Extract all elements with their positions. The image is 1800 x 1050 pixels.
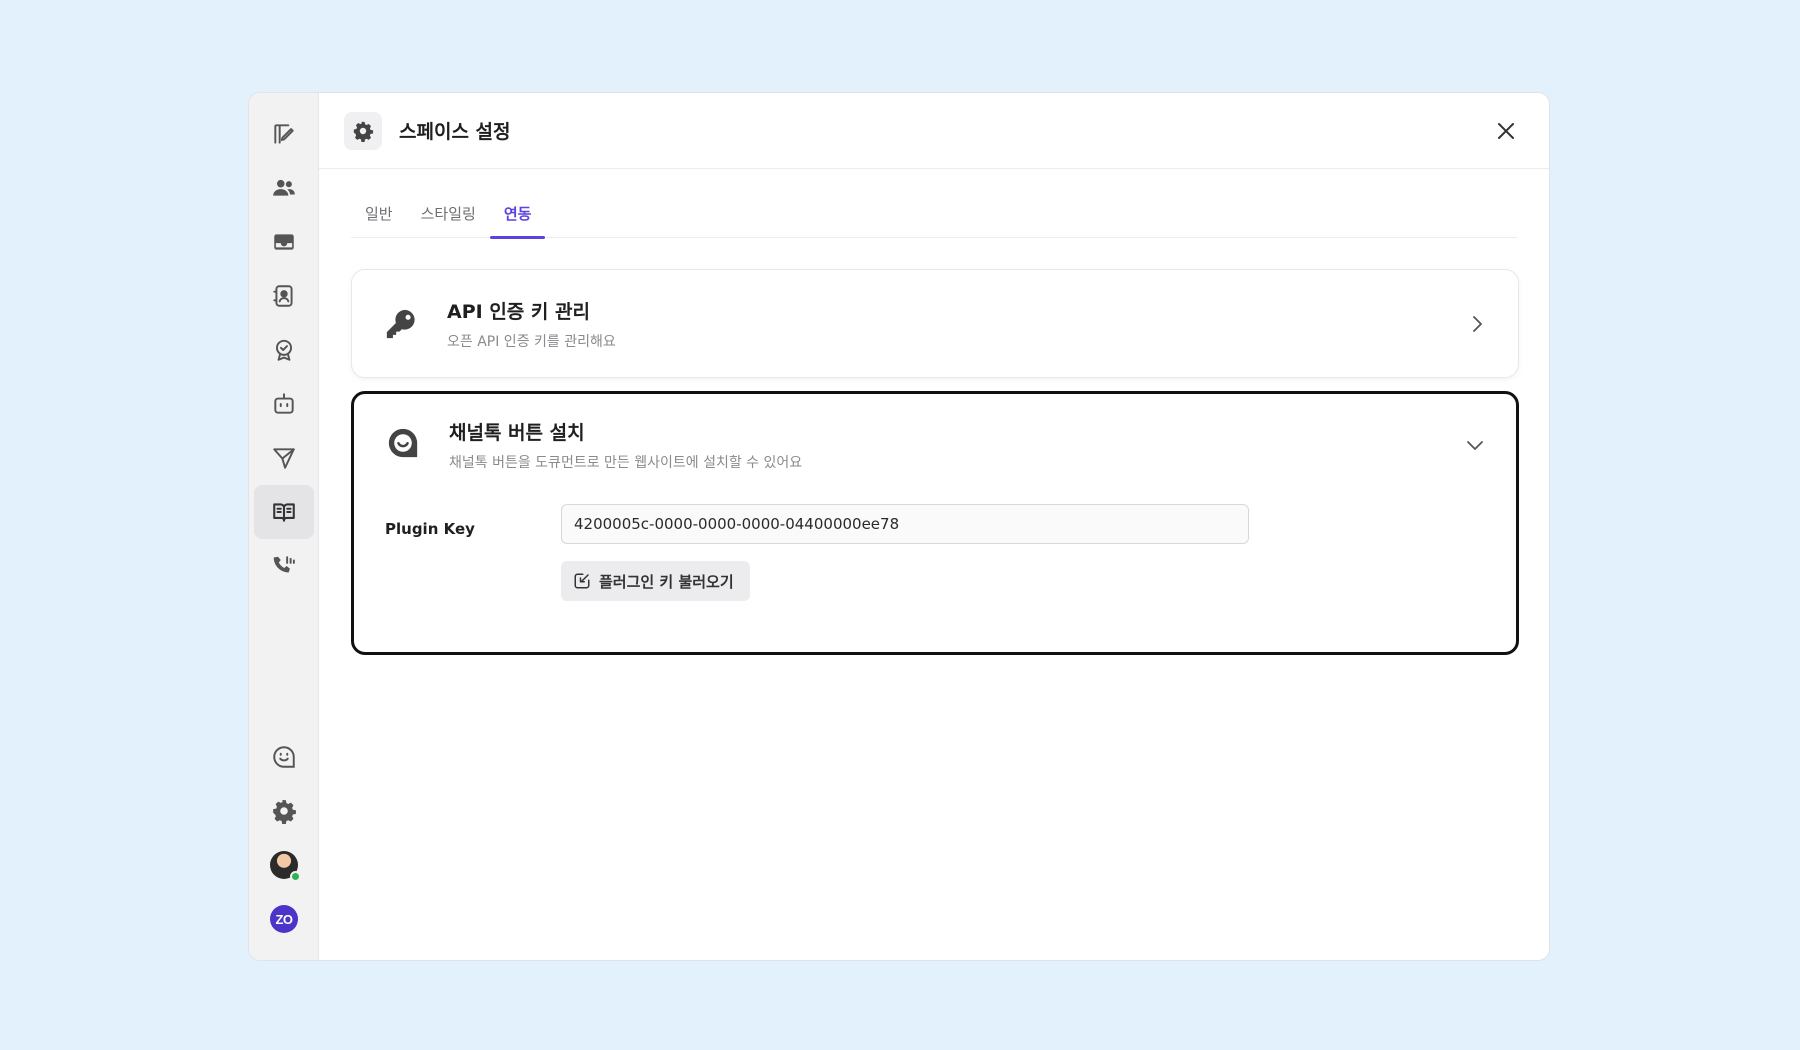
settings-tabs: 일반 스타일링 연동: [351, 204, 1517, 239]
team-icon: [273, 179, 295, 196]
chat-face-icon: [273, 746, 295, 768]
load-plugin-key-button[interactable]: 플러그인 키 불러오기: [561, 561, 750, 601]
page-title: 스페이스 설정: [399, 121, 511, 143]
channel-card-icon: [384, 424, 422, 462]
api-card-description: 오픈 API 인증 키를 관리해요: [447, 334, 616, 350]
gear-icon: [273, 800, 296, 824]
settings-header: 스페이스 설정: [319, 93, 1549, 169]
sidebar-item-workspace[interactable]: ZO: [254, 892, 314, 946]
channel-card-title: 채널톡 버튼 설치: [449, 422, 585, 444]
channel-card-collapse-toggle[interactable]: [1464, 434, 1486, 456]
sidebar-item-inbox[interactable]: [254, 215, 314, 269]
sidebar-item-team[interactable]: [254, 161, 314, 215]
workspace-badge: ZO: [270, 905, 298, 933]
document-book-icon: [273, 503, 295, 522]
api-key-card[interactable]: API 인증 키 관리 오픈 API 인증 키를 관리해요: [351, 269, 1519, 378]
sidebar-item-badge[interactable]: [254, 323, 314, 377]
import-icon: [574, 573, 590, 589]
plugin-key-label: Plugin Key: [385, 520, 475, 538]
channel-button-card: 채널톡 버튼 설치 채널톡 버튼을 도큐먼트로 만든 웹사이트에 설치할 수 있…: [351, 391, 1519, 655]
tab-integration[interactable]: 연동: [489, 204, 546, 239]
contacts-icon: [273, 285, 293, 307]
tab-general[interactable]: 일반: [351, 204, 407, 238]
user-avatar: [270, 851, 301, 882]
sidebar-item-chat[interactable]: [254, 730, 314, 784]
chevron-right-icon: [1473, 316, 1482, 332]
settings-window: ZO 스페이스 설정 일반 스타일링 연동 API 인증 키 관리 오픈 API…: [248, 92, 1550, 961]
inbox-icon: [274, 234, 294, 250]
sidebar-item-bot[interactable]: [254, 377, 314, 431]
close-icon: [1498, 123, 1514, 139]
send-icon: [273, 448, 295, 469]
close-button[interactable]: [1493, 118, 1519, 144]
sidebar-item-contacts[interactable]: [254, 269, 314, 323]
channel-talk-icon: [388, 428, 418, 458]
sidebar: ZO: [249, 93, 319, 960]
sidebar-item-profile[interactable]: [254, 838, 314, 892]
sidebar-item-phone[interactable]: [254, 539, 314, 593]
tab-styling[interactable]: 스타일링: [407, 204, 490, 238]
api-card-title: API 인증 키 관리: [447, 301, 590, 323]
settings-header-icon: [344, 111, 382, 150]
gear-icon: [353, 121, 374, 142]
phone-icon: [273, 556, 295, 573]
compose-icon: [274, 124, 294, 144]
sidebar-item-document[interactable]: [254, 485, 314, 539]
api-card-chevron[interactable]: [1466, 313, 1488, 335]
sidebar-item-compose[interactable]: [254, 107, 314, 161]
badge-icon: [275, 339, 293, 361]
api-card-icon: [382, 305, 420, 343]
sidebar-item-send[interactable]: [254, 431, 314, 485]
plugin-key-input[interactable]: [561, 504, 1249, 544]
channel-card-description: 채널톡 버튼을 도큐먼트로 만든 웹사이트에 설치할 수 있어요: [449, 455, 803, 471]
online-status-indicator: [290, 871, 301, 882]
load-plugin-key-label: 플러그인 키 불러오기: [599, 572, 734, 591]
sidebar-item-settings[interactable]: [254, 784, 314, 838]
key-icon: [386, 309, 415, 339]
chevron-down-icon: [1467, 441, 1483, 450]
settings-main: 스페이스 설정 일반 스타일링 연동 API 인증 키 관리 오픈 API 인증…: [319, 93, 1549, 960]
bot-icon: [274, 393, 294, 414]
